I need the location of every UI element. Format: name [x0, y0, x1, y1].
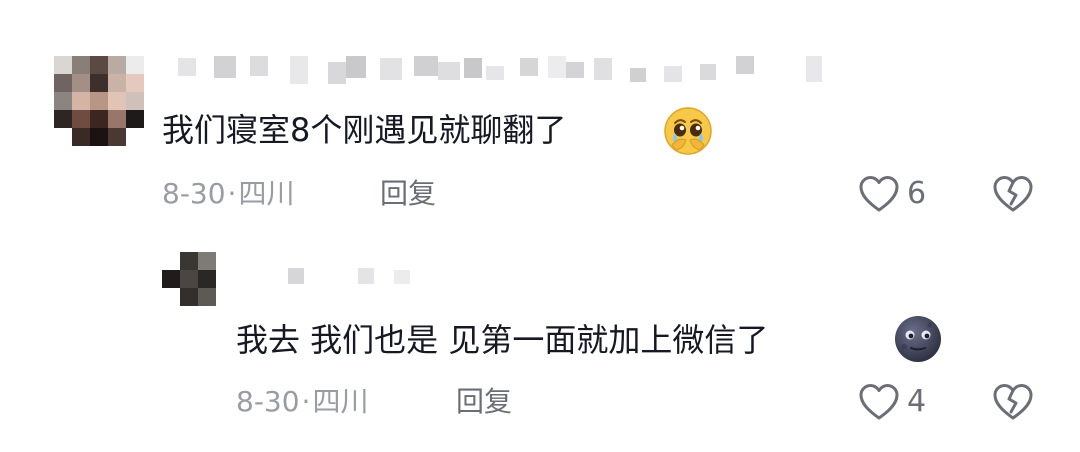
avatar[interactable]	[54, 56, 144, 146]
reply-button[interactable]: 回复	[380, 176, 436, 212]
comment-meta: 8-30·四川	[162, 176, 294, 212]
comment-location: 四川	[238, 177, 295, 210]
comment-text-content: 我去 我们也是 见第一面就加上微信了	[236, 321, 769, 359]
comment-location: 四川	[312, 385, 369, 418]
comment-text: 我们寝室8个刚遇见就聊翻了	[162, 110, 566, 150]
comment-date: 8-30	[162, 177, 226, 210]
heart-outline-icon[interactable]	[858, 382, 900, 422]
like-count: 4	[907, 384, 927, 419]
pleading-face-crying-emoji	[664, 107, 712, 155]
meta-dot: ·	[227, 177, 237, 210]
like-count: 6	[907, 176, 927, 211]
comment-text-content: 我们寝室8个刚遇见就聊翻了	[162, 111, 567, 149]
comment-meta: 8-30·四川	[236, 384, 368, 420]
broken-heart-icon[interactable]	[992, 382, 1034, 422]
meta-dot: ·	[301, 385, 311, 418]
comment-date: 8-30	[236, 385, 300, 418]
comment-text: 我去 我们也是 见第一面就加上微信了	[236, 320, 768, 360]
heart-outline-icon[interactable]	[858, 174, 900, 214]
reply-button[interactable]: 回复	[456, 384, 512, 420]
broken-heart-icon[interactable]	[992, 174, 1034, 214]
avatar[interactable]	[162, 252, 216, 306]
new-moon-face-emoji	[895, 316, 941, 362]
